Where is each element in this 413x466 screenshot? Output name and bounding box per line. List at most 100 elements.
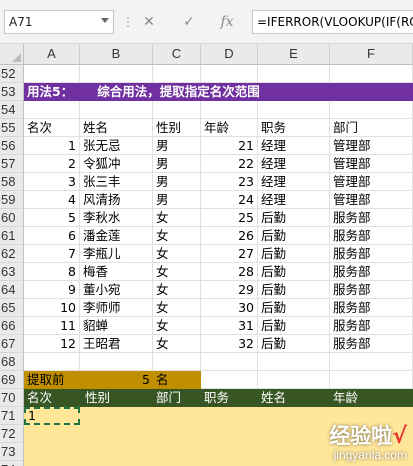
cell[interactable] [258, 371, 330, 389]
cell-name[interactable]: 梅香 [80, 263, 153, 281]
cell-name[interactable]: 李师师 [80, 299, 153, 317]
cell-age[interactable]: 23 [201, 173, 258, 191]
cell-title[interactable]: 经理 [258, 137, 330, 155]
cell-dept[interactable]: 服务部 [330, 299, 413, 317]
cell[interactable] [258, 101, 330, 119]
cell-age[interactable]: 24 [201, 191, 258, 209]
cell-age[interactable]: 21 [201, 137, 258, 155]
cell-dept[interactable]: 管理部 [330, 137, 413, 155]
cancel-icon[interactable]: ✕ [134, 10, 164, 34]
cell-gender[interactable]: 女 [153, 299, 201, 317]
cell-rank[interactable]: 12 [24, 335, 80, 353]
cell-gender[interactable]: 男 [153, 191, 201, 209]
cell-age[interactable]: 28 [201, 263, 258, 281]
cell-title[interactable]: 后勤 [258, 245, 330, 263]
cell[interactable] [330, 65, 413, 83]
column-header-e[interactable]: E [258, 44, 330, 65]
column-header-c[interactable]: C [153, 44, 201, 65]
cell-dept[interactable]: 管理部 [330, 155, 413, 173]
cell[interactable] [80, 101, 153, 119]
cell[interactable] [80, 353, 153, 371]
chevron-down-icon[interactable] [101, 18, 109, 23]
section-title-band[interactable]: 用法5： 综合用法，提取指定名次范围 [24, 83, 413, 101]
row-header[interactable]: 58 [0, 173, 24, 191]
cell-gender[interactable]: 女 [153, 335, 201, 353]
row-header[interactable]: 65 [0, 299, 24, 317]
row-header[interactable]: 73 [0, 443, 24, 461]
row-header[interactable]: 74 [0, 461, 24, 466]
cell-rank[interactable]: 1 [24, 137, 80, 155]
header-dept[interactable]: 部门 [330, 119, 413, 137]
cell-age[interactable]: 30 [201, 299, 258, 317]
cell-rank[interactable]: 5 [24, 209, 80, 227]
cell-gender[interactable]: 男 [153, 137, 201, 155]
row-header[interactable]: 66 [0, 317, 24, 335]
row-header[interactable]: 64 [0, 281, 24, 299]
header-gender[interactable]: 性别 [153, 119, 201, 137]
enter-icon[interactable]: ✓ [174, 10, 204, 34]
cell[interactable] [201, 65, 258, 83]
select-all-button[interactable] [0, 44, 24, 65]
row-header[interactable]: 68 [0, 353, 24, 371]
row-header[interactable]: 61 [0, 227, 24, 245]
cell-name[interactable]: 李秋水 [80, 209, 153, 227]
cell-age[interactable]: 27 [201, 245, 258, 263]
cell-title[interactable]: 后勤 [258, 227, 330, 245]
result-header-title[interactable]: 职务 [201, 389, 229, 407]
cell-gender[interactable]: 女 [153, 281, 201, 299]
cell[interactable] [153, 101, 201, 119]
cell[interactable] [201, 371, 258, 389]
cell[interactable] [80, 65, 153, 83]
cell-rank[interactable]: 6 [24, 227, 80, 245]
result-header-dept[interactable]: 部门 [153, 389, 181, 407]
column-header-a[interactable]: A [24, 44, 80, 65]
cell-rank[interactable]: 3 [24, 173, 80, 191]
cell-age[interactable]: 26 [201, 227, 258, 245]
row-header[interactable]: 57 [0, 155, 24, 173]
extract-label[interactable]: 提取前 [24, 371, 80, 389]
cell[interactable] [24, 101, 80, 119]
row-header[interactable]: 52 [0, 65, 24, 83]
cell-age[interactable]: 29 [201, 281, 258, 299]
active-cell-a71[interactable]: 1 [24, 407, 80, 425]
row-header[interactable]: 60 [0, 209, 24, 227]
drag-handle-icon[interactable]: ⋮ [122, 12, 134, 32]
cell-rank[interactable]: 11 [24, 317, 80, 335]
result-header-gender[interactable]: 性别 [82, 389, 110, 407]
result-header-rank[interactable]: 名次 [24, 389, 52, 407]
header-age[interactable]: 年龄 [201, 119, 258, 137]
cell[interactable] [330, 353, 413, 371]
cell[interactable] [153, 353, 201, 371]
cell-rank[interactable]: 4 [24, 191, 80, 209]
row-header[interactable]: 54 [0, 101, 24, 119]
cell-dept[interactable]: 管理部 [330, 191, 413, 209]
row-header[interactable]: 53 [0, 83, 24, 101]
row-header[interactable]: 71 [0, 407, 24, 425]
cell-rank[interactable]: 8 [24, 263, 80, 281]
extract-count[interactable]: 5 [80, 371, 153, 389]
cell-dept[interactable]: 服务部 [330, 209, 413, 227]
cell-title[interactable]: 后勤 [258, 335, 330, 353]
cell-age[interactable]: 22 [201, 155, 258, 173]
cell-name[interactable]: 李瓶儿 [80, 245, 153, 263]
cell-name[interactable]: 董小宛 [80, 281, 153, 299]
cell-gender[interactable]: 女 [153, 209, 201, 227]
cell-title[interactable]: 经理 [258, 155, 330, 173]
result-header-name[interactable]: 姓名 [258, 389, 286, 407]
cell[interactable] [201, 353, 258, 371]
column-header-f[interactable]: F [330, 44, 413, 65]
header-rank[interactable]: 名次 [24, 119, 80, 137]
cell-title[interactable]: 后勤 [258, 209, 330, 227]
cell-title[interactable]: 后勤 [258, 263, 330, 281]
header-title[interactable]: 职务 [258, 119, 330, 137]
cell-name[interactable]: 貂蝉 [80, 317, 153, 335]
cell-age[interactable]: 31 [201, 317, 258, 335]
cell-name[interactable]: 风清扬 [80, 191, 153, 209]
cell-name[interactable]: 王昭君 [80, 335, 153, 353]
cell-gender[interactable]: 女 [153, 245, 201, 263]
row-header[interactable]: 56 [0, 137, 24, 155]
cell[interactable] [258, 353, 330, 371]
cell-name[interactable]: 令狐冲 [80, 155, 153, 173]
cell-dept[interactable]: 服务部 [330, 335, 413, 353]
cell-dept[interactable]: 管理部 [330, 173, 413, 191]
